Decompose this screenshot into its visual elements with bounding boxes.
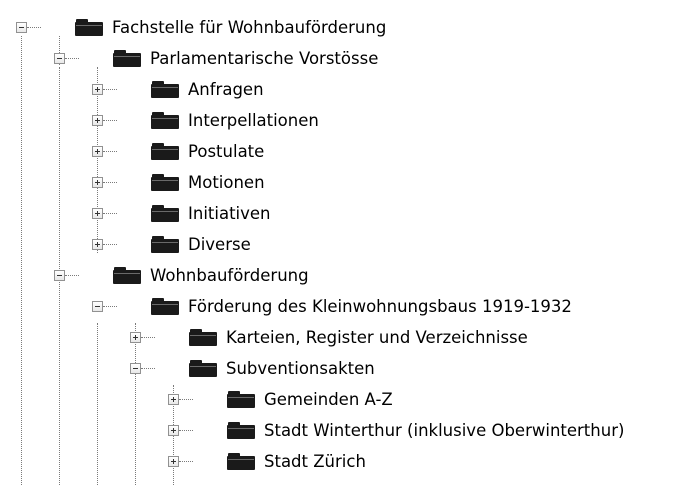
tree-item-label[interactable]: Stadt Winterthur (inklusive Oberwinterth… bbox=[264, 421, 624, 441]
folder-icon bbox=[189, 360, 217, 377]
folder-icon bbox=[151, 298, 179, 315]
plus-icon[interactable] bbox=[130, 332, 141, 343]
tree-connector-line bbox=[103, 120, 117, 121]
tree-item-label[interactable]: Fachstelle für Wohnbauförderung bbox=[112, 18, 386, 38]
tree-item[interactable]: Parlamentarische Vorstösse bbox=[0, 45, 688, 76]
folder-icon bbox=[113, 267, 141, 284]
tree-connector-line bbox=[27, 27, 41, 28]
minus-icon[interactable] bbox=[92, 301, 103, 312]
tree-item-label[interactable]: Parlamentarische Vorstösse bbox=[150, 49, 378, 69]
tree-item-label[interactable]: Gemeinden A-Z bbox=[264, 390, 393, 410]
tree-item-label[interactable]: Stadt Zürich bbox=[264, 452, 366, 472]
plus-icon[interactable] bbox=[92, 239, 103, 250]
tree-connector-line bbox=[103, 182, 117, 183]
tree-item[interactable]: Initiativen bbox=[0, 200, 688, 231]
plus-icon[interactable] bbox=[168, 456, 179, 467]
folder-tree: Fachstelle für Wohnbauförderung Parlamen… bbox=[0, 0, 688, 485]
tree-item-label[interactable]: Karteien, Register und Verzeichnisse bbox=[226, 328, 528, 348]
tree-item[interactable]: Postulate bbox=[0, 138, 688, 169]
tree-item[interactable]: Fachstelle für Wohnbauförderung bbox=[0, 14, 688, 45]
plus-icon[interactable] bbox=[168, 394, 179, 405]
tree-item-label[interactable]: Subventionsakten bbox=[226, 359, 375, 379]
tree-item[interactable]: Wohnbauförderung bbox=[0, 262, 688, 293]
folder-icon bbox=[227, 391, 255, 408]
folder-icon bbox=[151, 143, 179, 160]
tree-connector-line bbox=[179, 399, 193, 400]
tree-connector-line bbox=[179, 430, 193, 431]
tree-connector-line bbox=[141, 368, 155, 369]
tree-item-label[interactable]: Postulate bbox=[188, 142, 264, 162]
folder-icon bbox=[227, 422, 255, 439]
tree-item[interactable]: Stadt Zürich bbox=[0, 448, 688, 479]
tree-connector-line bbox=[141, 337, 155, 338]
tree-item[interactable]: Motionen bbox=[0, 169, 688, 200]
folder-icon bbox=[75, 19, 103, 36]
tree-connector-line bbox=[103, 89, 117, 90]
tree-connector-line bbox=[65, 275, 79, 276]
folder-icon bbox=[113, 50, 141, 67]
tree-item[interactable]: Gemeinden A-Z bbox=[0, 386, 688, 417]
folder-icon bbox=[151, 236, 179, 253]
tree-item-label[interactable]: Diverse bbox=[188, 235, 251, 255]
tree-item-label[interactable]: Anfragen bbox=[188, 80, 264, 100]
plus-icon[interactable] bbox=[92, 177, 103, 188]
tree-item[interactable]: Förderung des Kleinwohnungsbaus 1919-193… bbox=[0, 293, 688, 324]
minus-icon[interactable] bbox=[54, 53, 65, 64]
minus-icon[interactable] bbox=[54, 270, 65, 281]
tree-connector-line bbox=[65, 58, 79, 59]
tree-item[interactable]: Anfragen bbox=[0, 76, 688, 107]
tree-item[interactable]: Diverse bbox=[0, 231, 688, 262]
tree-connector-line bbox=[103, 151, 117, 152]
tree-item-label[interactable]: Wohnbauförderung bbox=[150, 266, 309, 286]
tree-connector-line bbox=[103, 244, 117, 245]
folder-icon bbox=[189, 329, 217, 346]
tree-item[interactable]: Interpellationen bbox=[0, 107, 688, 138]
folder-icon bbox=[151, 112, 179, 129]
tree-item-label[interactable]: Initiativen bbox=[188, 204, 271, 224]
tree-item[interactable]: Subventionsakten bbox=[0, 355, 688, 386]
tree-connector-line bbox=[103, 306, 117, 307]
minus-icon[interactable] bbox=[16, 22, 27, 33]
folder-icon bbox=[151, 174, 179, 191]
tree-item[interactable]: Karteien, Register und Verzeichnisse bbox=[0, 324, 688, 355]
plus-icon[interactable] bbox=[92, 84, 103, 95]
tree-item-label[interactable]: Förderung des Kleinwohnungsbaus 1919-193… bbox=[188, 297, 572, 317]
plus-icon[interactable] bbox=[168, 425, 179, 436]
plus-icon[interactable] bbox=[92, 146, 103, 157]
tree-item[interactable]: Stadt Winterthur (inklusive Oberwinterth… bbox=[0, 417, 688, 448]
tree-connector-line bbox=[103, 213, 117, 214]
plus-icon[interactable] bbox=[92, 115, 103, 126]
folder-icon bbox=[227, 453, 255, 470]
tree-item-label[interactable]: Interpellationen bbox=[188, 111, 319, 131]
minus-icon[interactable] bbox=[130, 363, 141, 374]
folder-icon bbox=[151, 81, 179, 98]
folder-icon bbox=[151, 205, 179, 222]
plus-icon[interactable] bbox=[92, 208, 103, 219]
tree-connector-line bbox=[179, 461, 193, 462]
tree-item-label[interactable]: Motionen bbox=[188, 173, 265, 193]
